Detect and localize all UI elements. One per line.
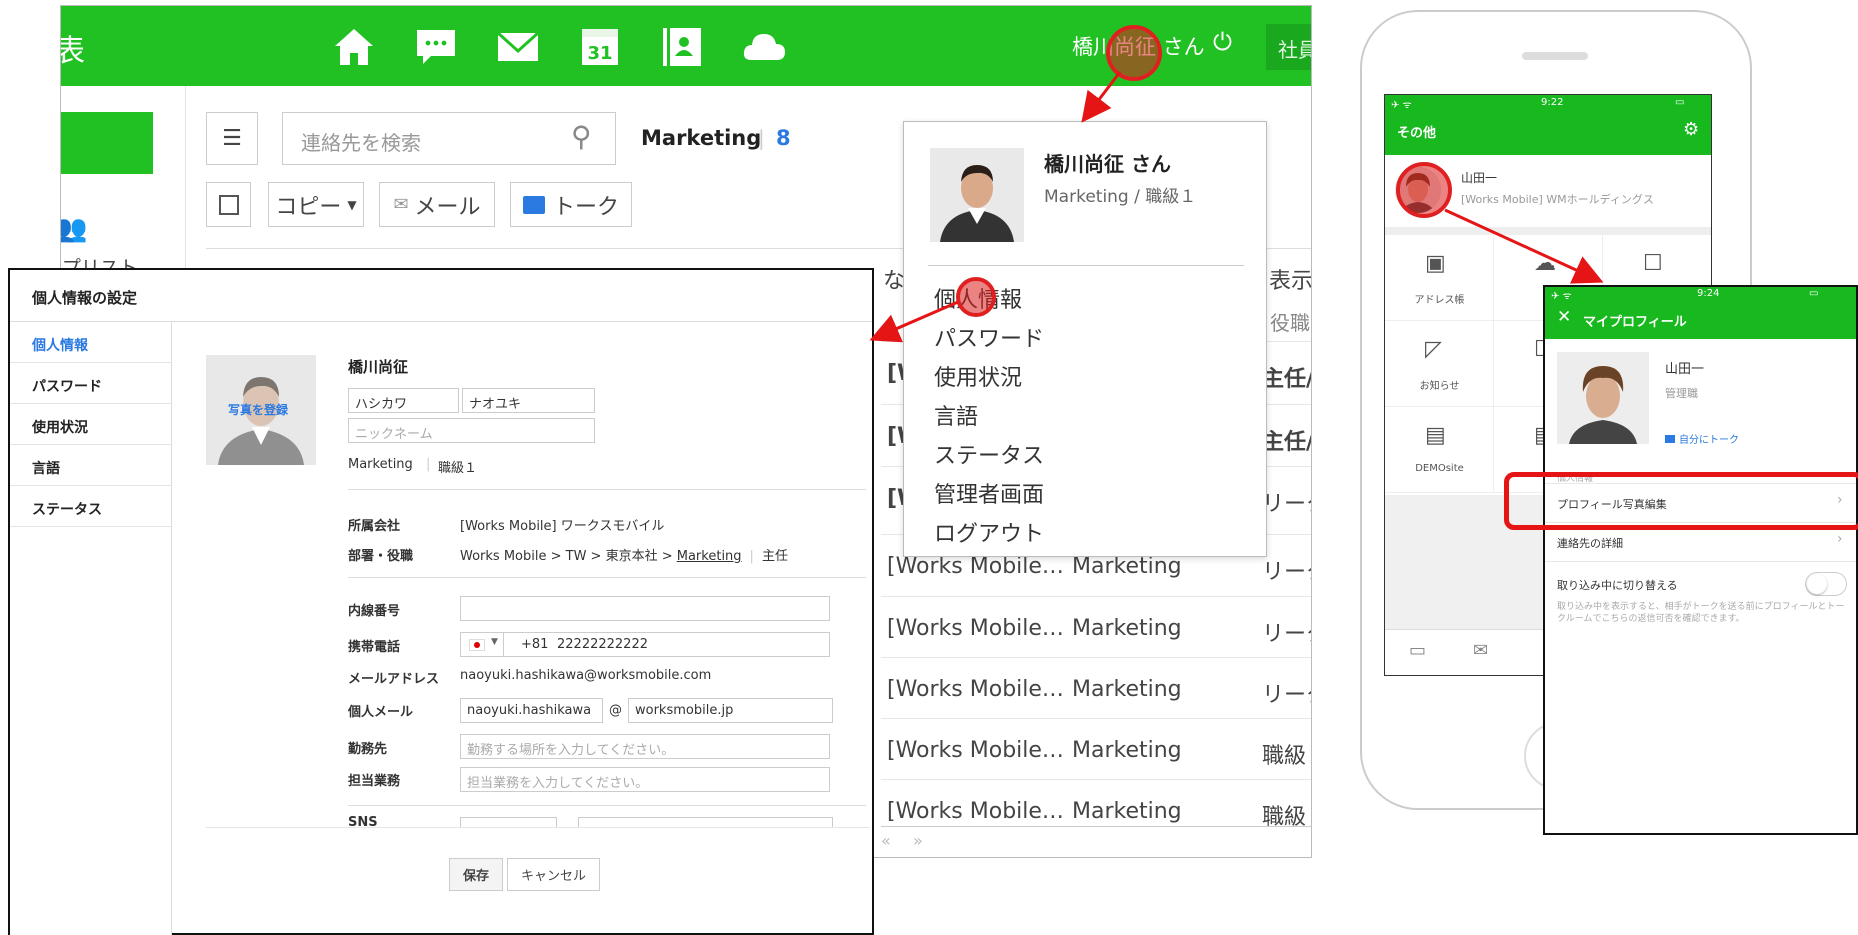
annotation-arrows	[869, 71, 1604, 343]
